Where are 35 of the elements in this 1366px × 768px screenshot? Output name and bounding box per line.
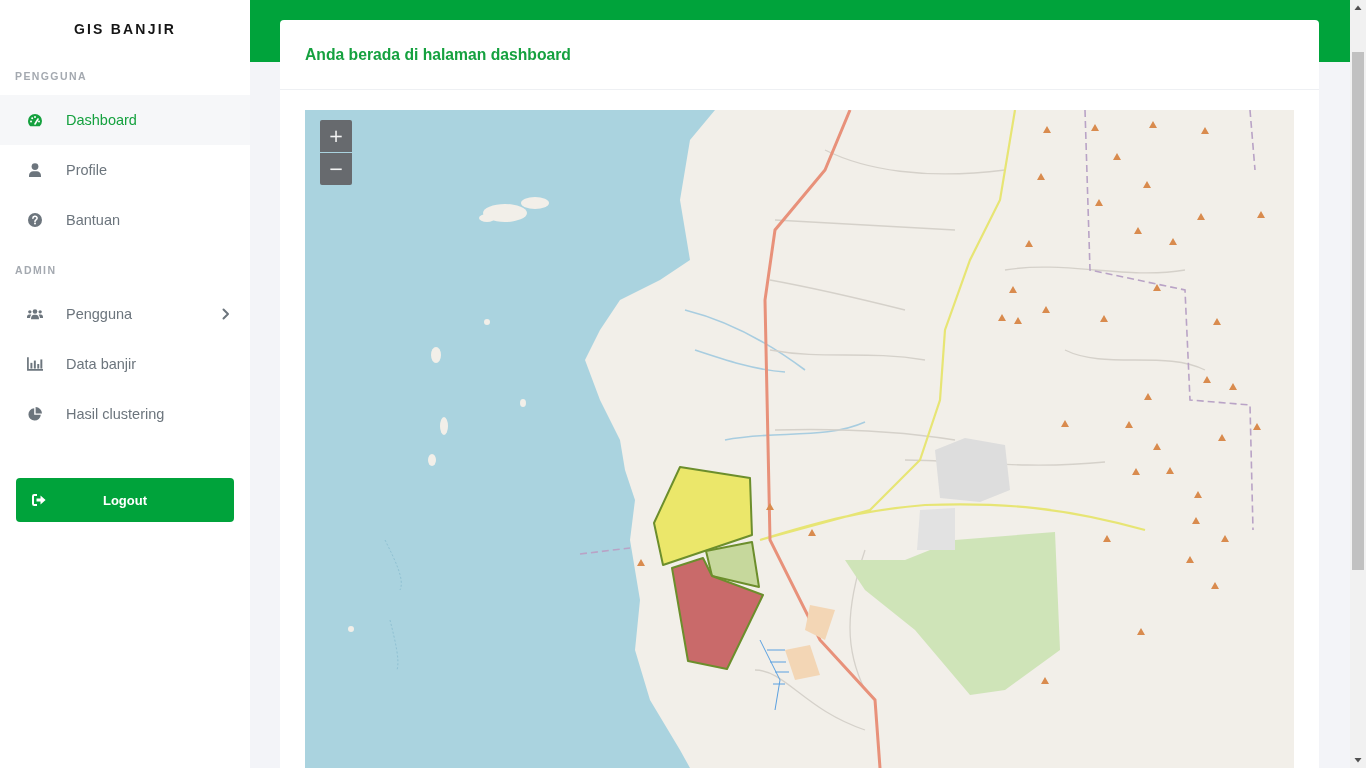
user-icon <box>27 163 43 177</box>
residential-area <box>785 645 820 680</box>
sign-out-icon <box>32 494 46 506</box>
sidebar-item[interactable]: Data banjir <box>0 339 250 389</box>
scroll-thumb[interactable] <box>1352 52 1364 570</box>
flood-zone-polygon[interactable] <box>671 557 764 670</box>
logout-button[interactable]: Logout <box>16 478 234 522</box>
section-heading: PENGGUNA <box>14 69 88 84</box>
sidebar-item[interactable]: Bantuan <box>0 195 250 245</box>
sidebar-item[interactable]: Dashboard <box>0 95 250 145</box>
section-heading: ADMIN <box>14 263 58 278</box>
sidebar-item[interactable]: Hasil clustering <box>0 389 250 439</box>
gauge-icon <box>27 113 43 127</box>
sidebar-item[interactable]: Profile <box>0 145 250 195</box>
island <box>484 319 490 325</box>
zoom-out-button[interactable]: − <box>320 153 352 185</box>
help-icon <box>27 213 43 227</box>
brand-title: GIS BANJIR <box>72 20 178 39</box>
island <box>348 626 354 632</box>
island <box>520 399 526 407</box>
sidebar-item[interactable]: Pengguna <box>0 289 250 339</box>
bar-chart-icon <box>27 357 43 371</box>
pie-chart-icon <box>27 407 43 421</box>
island <box>428 454 436 466</box>
flood-zone-polygon[interactable] <box>653 466 753 566</box>
island <box>479 197 549 222</box>
island <box>440 417 448 435</box>
zoom-in-button[interactable]: + <box>320 120 352 152</box>
map-view[interactable]: + − <box>305 110 1294 768</box>
card-title: Anda berada di halaman dashboard <box>305 45 571 64</box>
island <box>431 347 441 363</box>
residential-area <box>805 605 835 640</box>
built-up-area <box>917 508 955 550</box>
users-icon <box>27 307 43 321</box>
flood-zone-polygon[interactable] <box>705 541 760 588</box>
